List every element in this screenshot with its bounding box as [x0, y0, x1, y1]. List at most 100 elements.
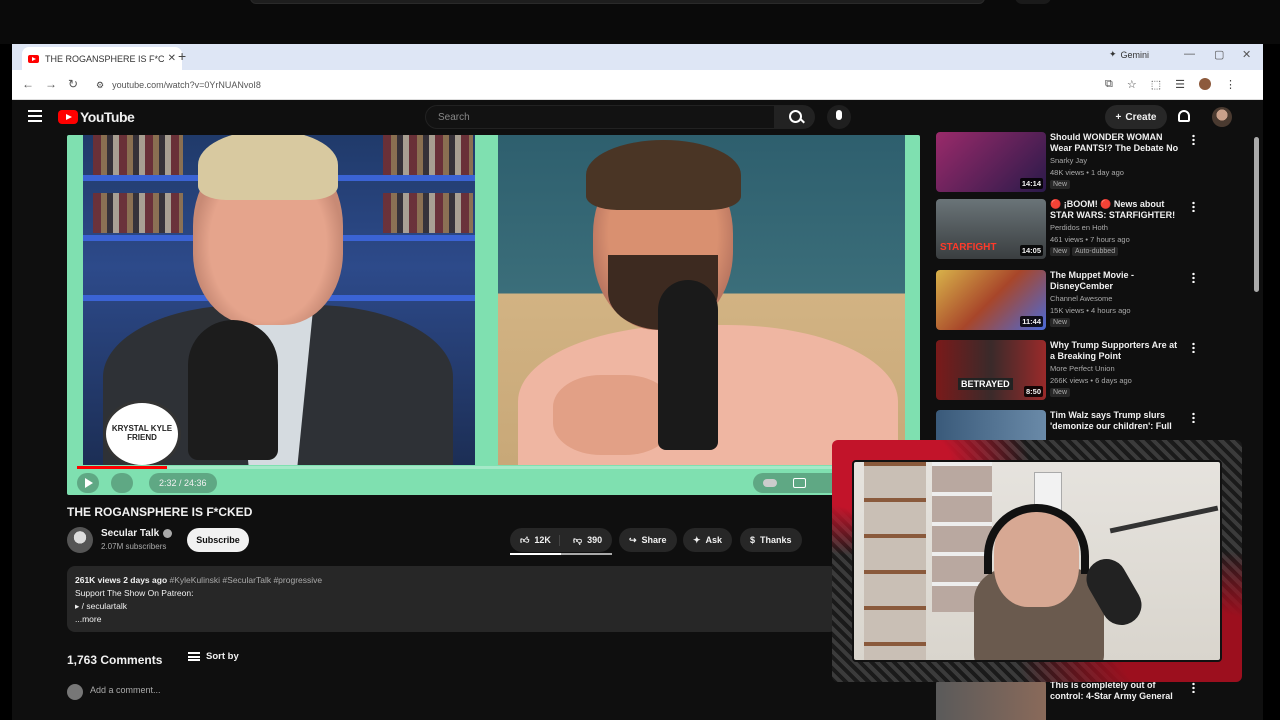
- more-options-icon[interactable]: [1192, 682, 1195, 693]
- tab-close-icon[interactable]: ✕: [168, 53, 176, 64]
- add-comment-input[interactable]: Add a comment...: [90, 685, 161, 695]
- auto-dubbed-badge: Auto-dubbed: [1072, 247, 1119, 256]
- tab-title: THE ROGANSPHERE IS F*CKED: [45, 53, 164, 64]
- youtube-play-icon: [58, 110, 78, 124]
- volume-icon[interactable]: [111, 473, 133, 493]
- notifications-bell-icon[interactable]: [1178, 110, 1190, 122]
- sidebar-video-item[interactable]: STARFIGHT 14:05 🔴 ¡BOOM! 🔴 News about ST…: [936, 199, 1236, 261]
- youtube-logo[interactable]: YouTube: [58, 109, 135, 125]
- thumbnail-text: STARFIGHT: [940, 242, 997, 253]
- captions-icon[interactable]: [793, 478, 806, 488]
- sidebar-channel: More Perfect Union: [1050, 364, 1115, 373]
- webcam-overlay: [832, 440, 1242, 682]
- scrollbar-thumb[interactable]: [1254, 137, 1259, 292]
- patreon-link[interactable]: ▸ / seculartalk: [75, 600, 829, 613]
- more-link[interactable]: ...more: [75, 613, 829, 626]
- hashtags[interactable]: #KyleKulinski #SecularTalk #progressive: [170, 575, 323, 585]
- gemini-label: Gemini: [1120, 49, 1150, 60]
- dislike-button[interactable]: 👎︎ 390: [565, 535, 602, 546]
- sidebar-channel: Snarky Jay: [1050, 156, 1088, 165]
- like-button[interactable]: 👍︎ 12K: [510, 534, 560, 546]
- gemini-button[interactable]: ✦ Gemini: [1109, 49, 1149, 60]
- video-thumbnail[interactable]: STARFIGHT 14:05: [936, 199, 1046, 259]
- youtube-logo-text: YouTube: [80, 109, 135, 125]
- player-controls: 2:32 / 24:36: [77, 473, 910, 493]
- tab-active[interactable]: THE ROGANSPHERE IS F*CKED ✕: [22, 47, 182, 70]
- sidebar-video-item[interactable]: 14:14 Should WONDER WOMAN Wear PANTS!? T…: [936, 132, 1236, 194]
- search-icon[interactable]: [775, 105, 815, 129]
- autoplay-toggle[interactable]: [763, 479, 777, 487]
- webcam-feed: [852, 460, 1222, 662]
- mic-boom-arm: [1109, 505, 1219, 534]
- channel-avatar[interactable]: [67, 527, 93, 553]
- video-thumbnail[interactable]: BETRAYED 8:50: [936, 340, 1046, 400]
- close-window-button[interactable]: ✕: [1242, 48, 1251, 61]
- sidebar-video-title[interactable]: Why Trump Supporters Are at a Breaking P…: [1050, 340, 1180, 362]
- back-button[interactable]: ←: [22, 77, 34, 91]
- video-thumbnail[interactable]: [936, 680, 1046, 720]
- more-options-icon[interactable]: [1192, 412, 1195, 423]
- ask-button[interactable]: ✦ Ask: [683, 528, 733, 552]
- new-tab-button[interactable]: +: [178, 48, 186, 64]
- sort-icon: [188, 652, 200, 661]
- sidebar-video-title[interactable]: Should WONDER WOMAN Wear PANTS!? The Deb…: [1050, 132, 1180, 154]
- description-box[interactable]: 261K views 2 days ago #KyleKulinski #Sec…: [67, 566, 837, 632]
- more-options-icon[interactable]: [1192, 201, 1195, 212]
- profile-avatar[interactable]: [1199, 78, 1212, 90]
- views-date: 261K views 2 days ago: [75, 575, 168, 585]
- create-button[interactable]: + Create: [1105, 105, 1167, 129]
- reload-button[interactable]: ↻: [68, 77, 78, 91]
- more-options-icon[interactable]: [1192, 342, 1195, 353]
- sidebar-video-title[interactable]: 🔴 ¡BOOM! 🔴 News about STAR WARS: STARFIG…: [1050, 199, 1180, 221]
- description-line: Support The Show On Patreon:: [75, 588, 194, 598]
- minimize-button[interactable]: —: [1184, 48, 1195, 60]
- browser-menu-icon[interactable]: ⋮: [1225, 78, 1236, 91]
- share-button[interactable]: ↪ Share: [619, 528, 677, 552]
- progress-bar[interactable]: [77, 466, 910, 469]
- new-badge: New: [1050, 180, 1071, 189]
- video-thumbnail[interactable]: 14:14: [936, 132, 1046, 192]
- sidebar-video-item[interactable]: This is completely out of control: 4-Sta…: [936, 680, 1236, 720]
- reading-list-icon[interactable]: ☰: [1175, 78, 1185, 91]
- forward-button[interactable]: →: [45, 77, 57, 91]
- channel-name-row[interactable]: Secular Talk: [101, 528, 173, 539]
- sidebar-video-title[interactable]: Tim Walz says Trump slurs 'demonize our …: [1050, 410, 1180, 432]
- video-player[interactable]: KRYSTAL KYLE FRIEND 2:32 / 24:36: [67, 135, 920, 495]
- microphone-icon: [188, 320, 278, 460]
- bookmark-star-icon[interactable]: ☆: [1127, 78, 1137, 91]
- headphones-icon: [984, 504, 1089, 574]
- video-frame-right-guest: [498, 135, 905, 465]
- video-frame-left-host: KRYSTAL KYLE FRIEND: [83, 135, 475, 465]
- play-icon[interactable]: [77, 473, 99, 493]
- thanks-button[interactable]: $ Thanks: [740, 528, 802, 552]
- sidebar-video-title[interactable]: This is completely out of control: 4-Sta…: [1050, 680, 1180, 702]
- more-options-icon[interactable]: [1192, 272, 1195, 283]
- outer-search-pill: [250, 0, 985, 4]
- sidebar-video-item[interactable]: 11:44 The Muppet Movie - DisneyCember Ch…: [936, 270, 1236, 332]
- sidebar-video-title[interactable]: The Muppet Movie - DisneyCember: [1050, 270, 1180, 292]
- address-bar[interactable]: ⚙ youtube.com/watch?v=0YrNUANvoI8: [90, 74, 1110, 96]
- ask-label: Ask: [705, 535, 723, 545]
- gemini-icon: ✦: [1109, 49, 1117, 59]
- handheld-microphone-icon: [658, 280, 718, 450]
- sidebar-scrollbar[interactable]: [1252, 135, 1261, 720]
- voice-search-icon[interactable]: [827, 105, 851, 129]
- progress-fill: [77, 466, 167, 469]
- subscribe-button[interactable]: Subscribe: [187, 528, 249, 552]
- hamburger-menu-icon[interactable]: [28, 110, 42, 122]
- install-icon[interactable]: ⧉: [1105, 78, 1113, 91]
- sparkle-icon: ✦: [693, 534, 701, 545]
- sort-by-button[interactable]: Sort by: [188, 651, 239, 662]
- sidebar-video-item[interactable]: BETRAYED 8:50 Why Trump Supporters Are a…: [936, 340, 1236, 402]
- thumbs-up-icon: 👍︎: [520, 534, 530, 545]
- extensions-icon[interactable]: ⬚: [1151, 78, 1161, 91]
- channel-name[interactable]: Secular Talk: [101, 528, 159, 539]
- account-avatar[interactable]: [1212, 107, 1232, 127]
- more-options-icon[interactable]: [1192, 134, 1195, 145]
- video-thumbnail[interactable]: 11:44: [936, 270, 1046, 330]
- search-input[interactable]: Search: [425, 105, 775, 129]
- site-info-icon[interactable]: ⚙: [96, 80, 104, 91]
- subscriber-count: 2.07M subscribers: [101, 542, 167, 551]
- maximize-button[interactable]: ▢: [1214, 48, 1224, 61]
- player-settings-pill: [753, 473, 843, 493]
